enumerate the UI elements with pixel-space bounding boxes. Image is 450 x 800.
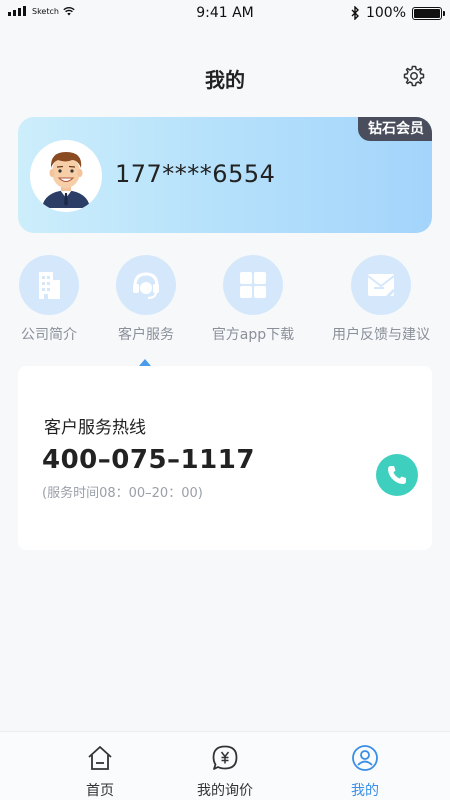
hotline-title: 客户服务热线 bbox=[44, 418, 146, 438]
menu-label: 官方app下载 bbox=[211, 327, 295, 343]
status-right: 100% bbox=[351, 5, 445, 21]
status-bar: Sketch 9:41 AM 100% bbox=[0, 0, 450, 28]
menu-label: 用户反馈与建议 bbox=[332, 327, 430, 343]
feedback-icon bbox=[367, 274, 396, 300]
phone-icon bbox=[388, 466, 406, 484]
menu-label: 公司简介 bbox=[21, 327, 77, 343]
menu-label: 客户服务 bbox=[118, 327, 174, 343]
member-card[interactable]: 钻石会员 177****6554 bbox=[18, 117, 432, 233]
menu-item-company-intro[interactable]: 公司简介 bbox=[0, 255, 104, 344]
menu-icon-bg bbox=[223, 255, 283, 315]
app-grid-icon bbox=[240, 272, 266, 298]
tab-label: 我的 bbox=[351, 783, 379, 799]
page-title: 我的 bbox=[205, 68, 245, 92]
tab-home[interactable]: 首页 bbox=[45, 744, 155, 800]
tab-label: 首页 bbox=[86, 783, 114, 799]
bluetooth-icon bbox=[351, 6, 359, 20]
phone-number: 177****6554 bbox=[115, 160, 276, 188]
menu-item-app-download[interactable]: 官方app下载 bbox=[198, 255, 308, 344]
menu-icon-bg bbox=[116, 255, 176, 315]
building-icon bbox=[39, 272, 60, 299]
service-hours: (服务时间08：00–20：00) bbox=[42, 486, 203, 501]
hotline-number[interactable]: 400–075–1117 bbox=[42, 445, 255, 475]
vip-badge: 钻石会员 bbox=[358, 117, 432, 141]
tab-bar: 首页 我的询价 我的 bbox=[0, 731, 450, 800]
service-panel: 客户服务热线 400–075–1117 (服务时间08：00–20：00) bbox=[18, 366, 432, 550]
home-icon bbox=[88, 746, 112, 770]
selected-indicator bbox=[139, 359, 151, 366]
menu-item-customer-service[interactable]: 客户服务 bbox=[91, 255, 201, 344]
call-button[interactable] bbox=[376, 454, 418, 496]
headset-icon bbox=[133, 272, 159, 299]
avatar-man-icon bbox=[30, 140, 102, 212]
price-inquiry-icon bbox=[212, 745, 238, 770]
menu-item-feedback[interactable]: 用户反馈与建议 bbox=[326, 255, 436, 344]
gear-icon[interactable] bbox=[402, 64, 426, 88]
tab-mine[interactable]: 我的 bbox=[310, 744, 420, 800]
tab-label: 我的询价 bbox=[197, 783, 253, 799]
header: 我的 bbox=[0, 56, 450, 100]
battery-percent: 100% bbox=[365, 5, 406, 21]
battery-icon bbox=[412, 6, 445, 20]
battery-level bbox=[414, 8, 440, 18]
menu-icon-bg bbox=[351, 255, 411, 315]
avatar[interactable] bbox=[30, 140, 102, 212]
user-profile-icon bbox=[352, 745, 378, 771]
tab-my-inquiry[interactable]: 我的询价 bbox=[170, 744, 280, 800]
menu-icon-bg bbox=[19, 255, 79, 315]
service-menu: 公司简介 客户服务 官方app下载 用户反馈与建议 bbox=[0, 255, 450, 355]
